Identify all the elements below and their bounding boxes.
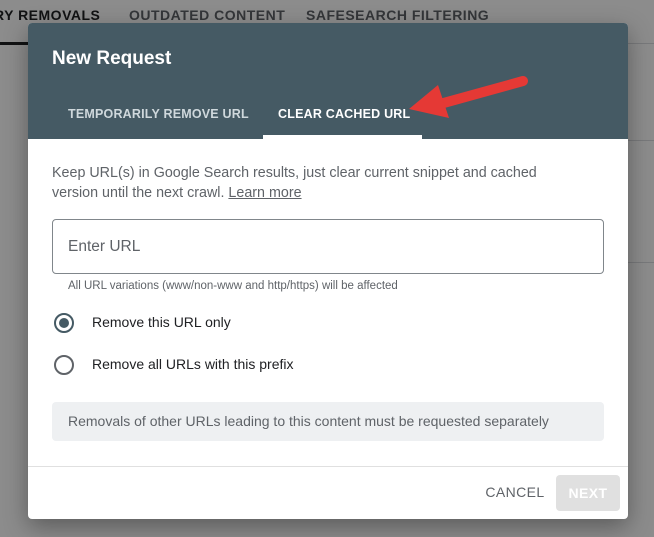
url-input[interactable] (68, 220, 588, 273)
dialog-header: New Request TEMPORARILY REMOVE URL CLEAR… (28, 23, 628, 139)
radio-unchecked-icon[interactable] (54, 355, 74, 375)
tab-clear-cached-url[interactable]: CLEAR CACHED URL (278, 107, 410, 121)
option-label: Remove this URL only (92, 314, 231, 330)
option-remove-this-url-only[interactable]: Remove this URL only (52, 311, 552, 335)
info-notice-text: Removals of other URLs leading to this c… (68, 413, 549, 429)
dialog-title: New Request (52, 48, 172, 69)
new-request-dialog: New Request TEMPORARILY REMOVE URL CLEAR… (28, 23, 628, 519)
tab-temporarily-remove-url[interactable]: TEMPORARILY REMOVE URL (68, 107, 249, 121)
active-tab-indicator (263, 135, 422, 139)
radio-checked-icon[interactable] (54, 313, 74, 333)
url-helper-text: All URL variations (www/non-www and http… (68, 280, 398, 292)
learn-more-link[interactable]: Learn more (228, 185, 301, 201)
description: Keep URL(s) in Google Search results, ju… (52, 163, 582, 203)
cancel-button[interactable]: CANCEL (475, 475, 555, 509)
radio-dot (59, 318, 69, 328)
next-button[interactable]: NEXT (556, 475, 620, 511)
option-remove-all-urls-with-prefix[interactable]: Remove all URLs with this prefix (52, 353, 552, 377)
info-notice: Removals of other URLs leading to this c… (52, 402, 604, 441)
option-label: Remove all URLs with this prefix (92, 356, 294, 372)
url-field[interactable] (52, 219, 604, 274)
footer-divider (28, 466, 628, 467)
